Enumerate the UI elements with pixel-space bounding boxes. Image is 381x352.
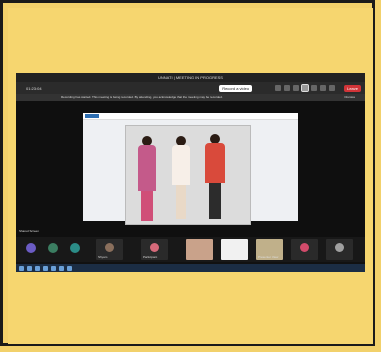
participant-name: Participant [143,255,158,259]
participant-tile[interactable]: Presenter View [256,239,283,260]
camera-icon[interactable] [311,85,318,91]
search-icon[interactable] [27,265,32,271]
meeting-timer: 01:23:04 [26,85,42,91]
record-button[interactable]: Record a video [219,84,253,92]
person-right [204,134,226,224]
raise-hand-icon[interactable] [293,85,300,91]
recording-notice: Recording has started. This meeting is b… [16,94,365,101]
shared-screen: Shared Screen [16,101,365,237]
teams-icon[interactable] [51,265,56,271]
person-middle [170,136,192,224]
avatar[interactable] [26,243,36,253]
more-actions-icon[interactable] [301,84,310,92]
participant-name: Shyam [98,255,108,259]
meeting-toolbar: 01:23:04 Record a video Leave [16,82,365,94]
shared-toolbar [83,113,298,120]
folder-icon[interactable] [35,265,40,271]
windows-taskbar [16,264,365,272]
shared-content [83,113,298,225]
avatar[interactable] [70,243,80,253]
browser-icon[interactable] [43,265,48,271]
participant-tile[interactable] [291,239,318,260]
person-left [136,136,158,224]
people-icon[interactable] [284,85,291,91]
participant-tile[interactable] [186,239,213,260]
window-title: UNNATI | MEETING IN PROGRESS [16,73,365,82]
participant-tile[interactable]: Participant [141,239,168,260]
teams-window: UNNATI | MEETING IN PROGRESS 01:23:04 Re… [16,73,365,272]
avatar[interactable] [48,243,58,253]
chat-icon[interactable] [275,85,282,91]
dismiss-button[interactable]: Dismiss [345,94,356,101]
notice-text: Recording has started. This meeting is b… [61,95,223,99]
leave-button[interactable]: Leave [344,84,361,92]
mic-icon[interactable] [320,85,327,91]
shared-tab [85,114,99,118]
shared-photo [125,125,251,225]
participant-tile[interactable]: Shyam [96,239,123,260]
start-icon[interactable] [19,265,24,271]
share-icon[interactable] [329,85,336,91]
participants-strip: Shyam Participant Presenter View [16,237,365,262]
presenter-label: Shared Screen [19,229,40,233]
participant-tile[interactable] [221,239,248,260]
participant-name: Presenter View [258,255,279,259]
participant-tile[interactable] [326,239,353,260]
word-icon[interactable] [59,265,64,271]
mail-icon[interactable] [67,265,72,271]
